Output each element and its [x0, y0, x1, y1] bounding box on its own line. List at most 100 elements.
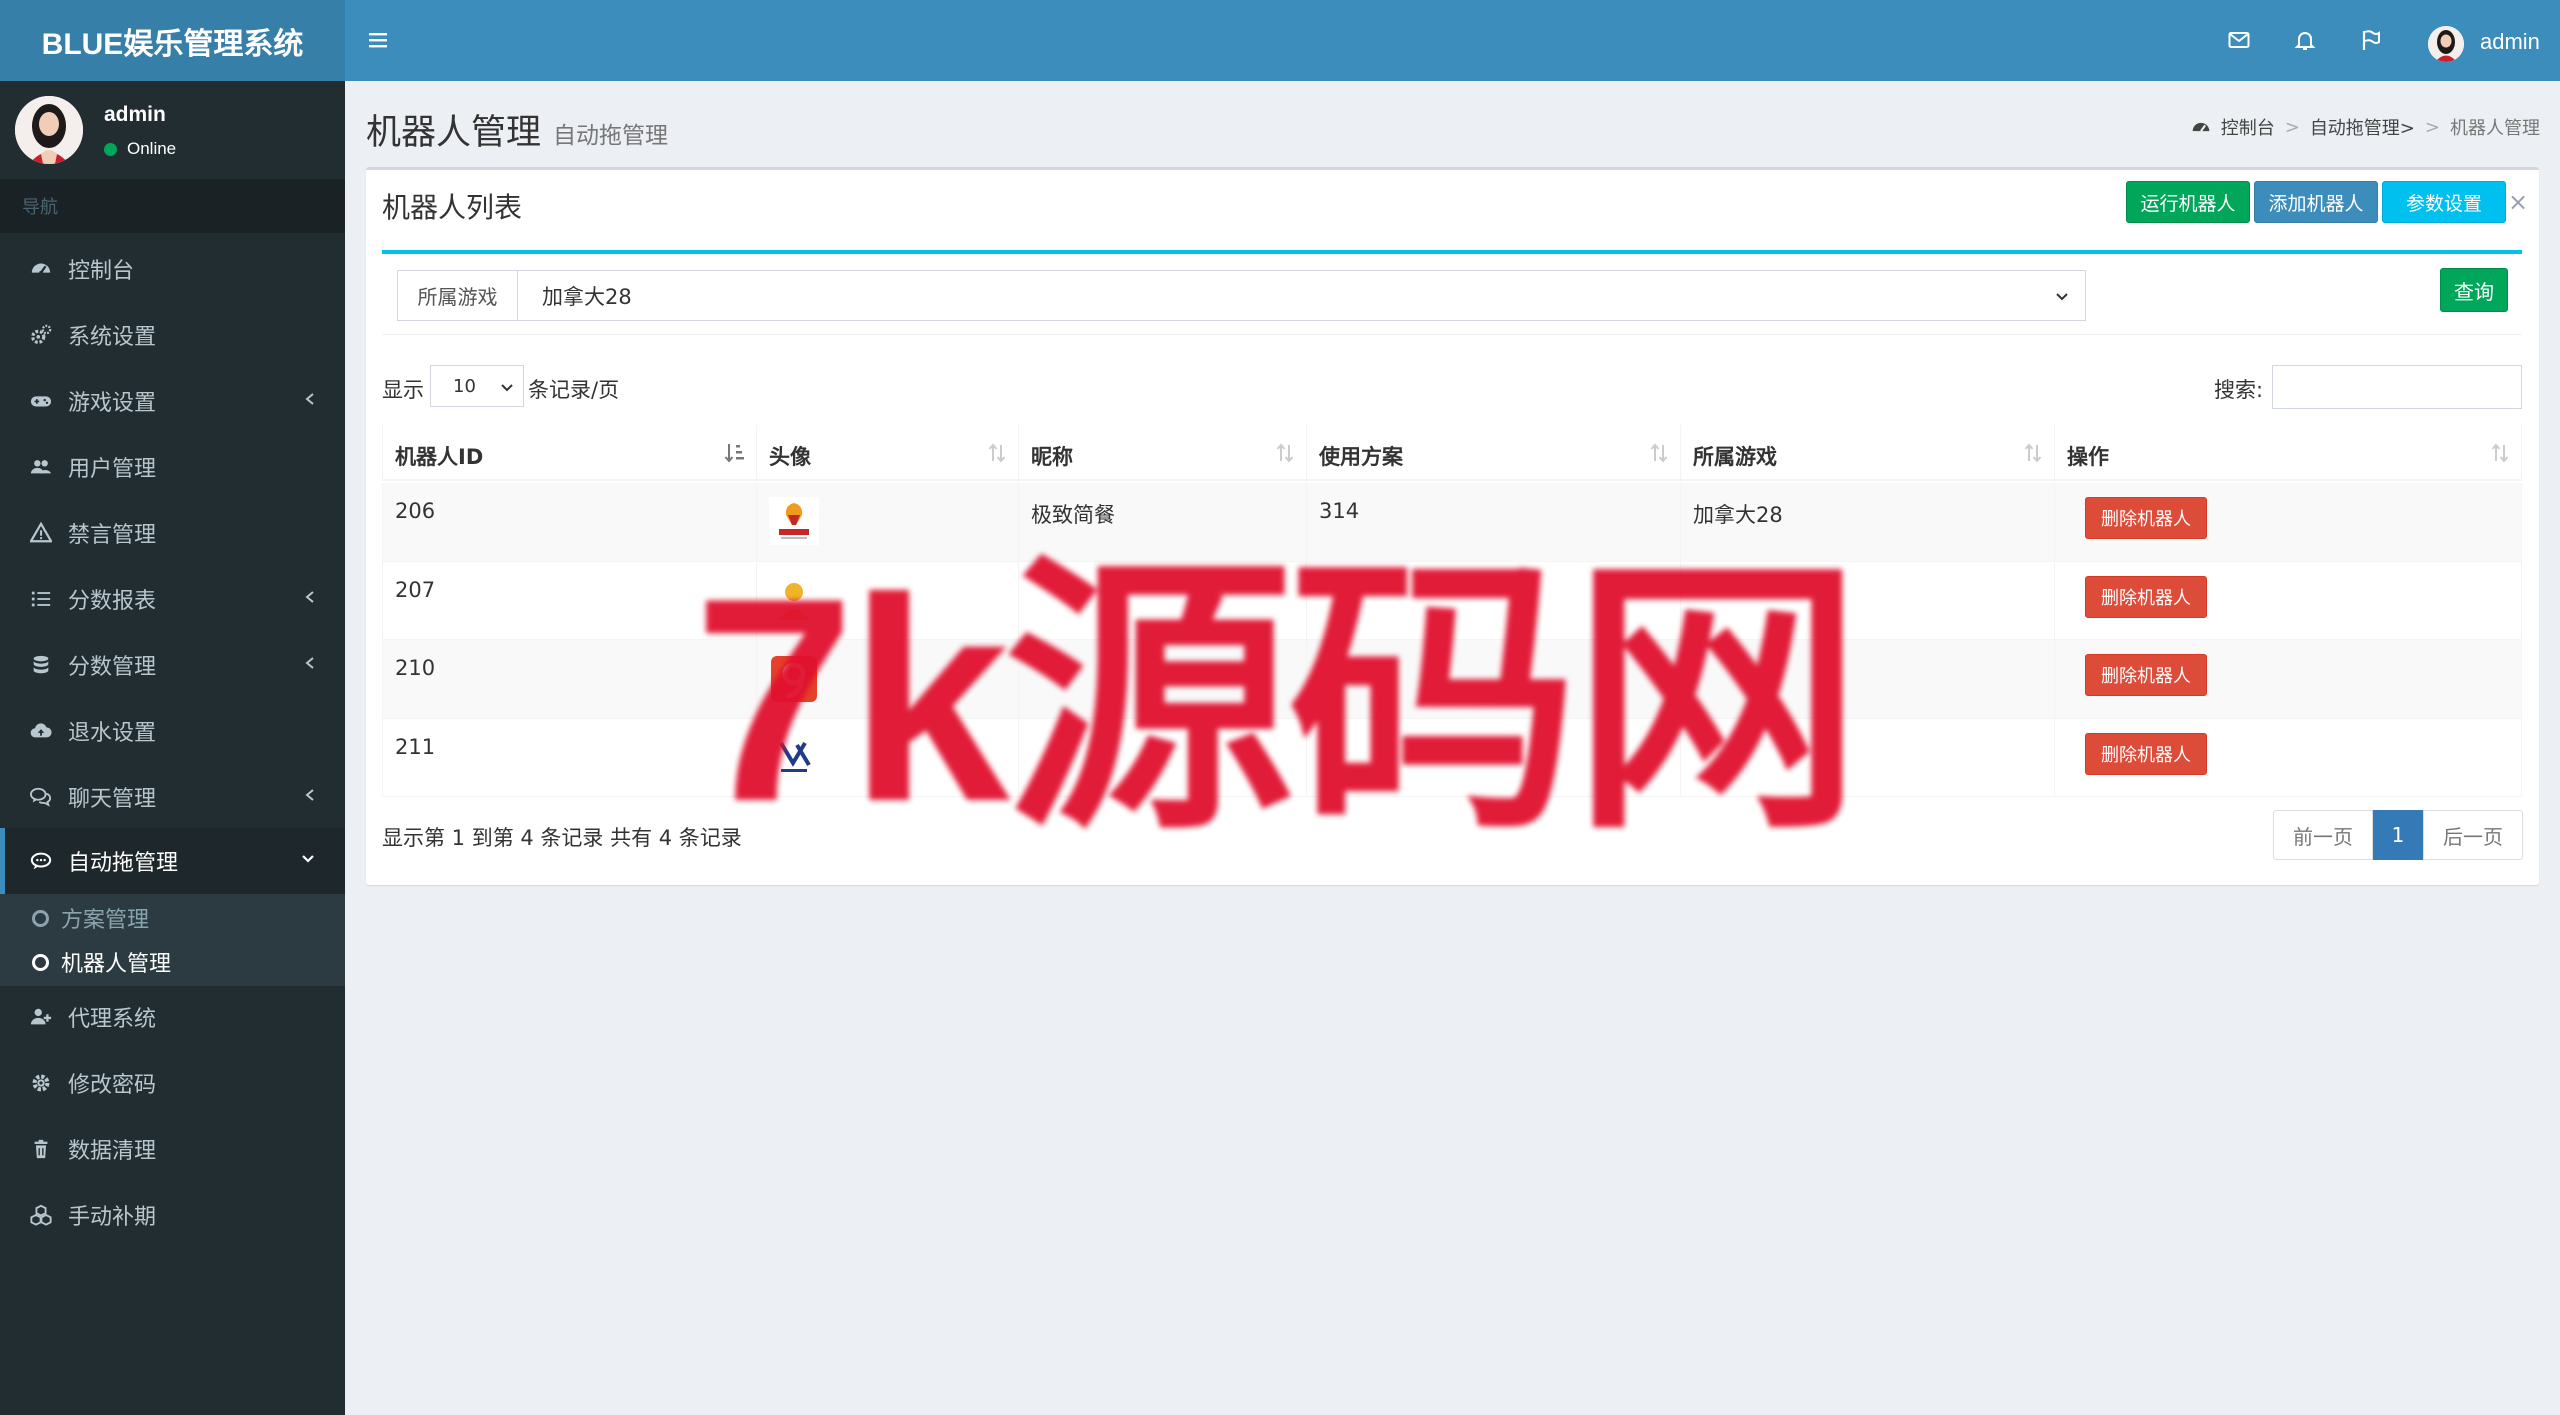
column-header-label: 机器人ID [395, 445, 484, 469]
pagination: 前一页 1 后一页 [2273, 810, 2523, 860]
online-dot-icon [104, 142, 117, 156]
sidebar-toggle-button[interactable] [366, 28, 392, 54]
circle-icon [32, 909, 49, 927]
sidebar-item-score-management[interactable]: 分数管理 [0, 632, 345, 698]
chevron-down-icon [501, 384, 513, 392]
page-1-button[interactable]: 1 [2373, 810, 2423, 860]
query-button[interactable]: 查询 [2440, 268, 2508, 312]
chevron-left-icon [305, 393, 314, 405]
breadcrumb-separator: > [2424, 116, 2440, 138]
messages-button[interactable] [2227, 28, 2253, 54]
comments-icon [26, 785, 56, 809]
column-header-label: 昵称 [1031, 445, 1073, 469]
page-subtitle: 自动拖管理 [553, 123, 668, 149]
submenu-item-robot-management[interactable]: 机器人管理 [0, 940, 345, 984]
sidebar: BLUE娱乐管理系统 admin Online 导航 控制台 系统设置 游戏设置 [0, 0, 345, 1415]
sidebar-item-dashboard[interactable]: 控制台 [0, 236, 345, 302]
search-input[interactable] [2272, 365, 2522, 409]
parameter-settings-button[interactable]: 参数设置 [2382, 181, 2506, 223]
dashboard-icon [26, 257, 56, 281]
circle-icon [32, 953, 49, 971]
column-header-robot-id[interactable]: 机器人ID [382, 425, 756, 479]
sidebar-item-label: 数据清理 [68, 1139, 157, 1164]
sidebar-item-agent-system[interactable]: 代理系统 [0, 984, 345, 1050]
notifications-button[interactable] [2293, 28, 2319, 54]
delete-robot-button[interactable]: 删除机器人 [2085, 733, 2207, 775]
sidebar-item-game-settings[interactable]: 游戏设置 [0, 368, 345, 434]
column-header-nickname[interactable]: 昵称 [1018, 425, 1306, 479]
sidebar-item-rebate-settings[interactable]: 退水设置 [0, 698, 345, 764]
sort-icon [988, 443, 1006, 463]
trash-icon [26, 1137, 56, 1161]
sort-icon [1276, 443, 1294, 463]
sidebar-item-system-settings[interactable]: 系统设置 [0, 302, 345, 368]
chevron-down-icon [2056, 293, 2068, 301]
dashboard-icon [2192, 122, 2210, 132]
game-filter-select[interactable]: 加拿大28 [518, 270, 2086, 321]
sidebar-item-user-management[interactable]: 用户管理 [0, 434, 345, 500]
column-header-plan[interactable]: 使用方案 [1306, 425, 1680, 479]
sidebar-item-auto-management[interactable]: 自动拖管理 [0, 828, 345, 894]
add-robot-button[interactable]: 添加机器人 [2254, 181, 2378, 223]
submenu-item-plan-management[interactable]: 方案管理 [0, 896, 345, 940]
chevron-left-icon [305, 591, 314, 603]
sidebar-item-manual-period[interactable]: 手动补期 [0, 1182, 345, 1248]
column-header-label: 使用方案 [1319, 445, 1403, 469]
page-length-suffix: 条记录/页 [528, 378, 620, 402]
cloud-upload-icon [26, 719, 56, 743]
sidebar-item-chat-management[interactable]: 聊天管理 [0, 764, 345, 830]
sidebar-item-label: 代理系统 [68, 1007, 157, 1032]
sidebar-item-mute-management[interactable]: 禁言管理 [0, 500, 345, 566]
menu-icon [369, 33, 387, 48]
actions-cell: 删除机器人 [2054, 562, 2522, 639]
app-logo[interactable]: BLUE娱乐管理系统 [0, 0, 345, 81]
page-length-value: 10 [453, 375, 476, 397]
column-header-label: 操作 [2067, 445, 2109, 469]
sidebar-item-change-password[interactable]: 修改密码 [0, 1050, 345, 1116]
sidebar-item-label: 控制台 [68, 259, 135, 284]
breadcrumb: 控制台 > 自动拖管理> > 机器人管理 [2191, 114, 2540, 140]
page-length-select[interactable]: 10 [430, 365, 524, 407]
sort-icon [2024, 443, 2042, 463]
tasks-button[interactable] [2359, 28, 2385, 54]
sidebar-item-label: 禁言管理 [68, 523, 157, 548]
gamepad-icon [26, 389, 56, 413]
flag-icon [2362, 30, 2380, 50]
close-box-button[interactable]: × [2504, 188, 2532, 216]
users-icon [26, 455, 56, 479]
header-avatar[interactable] [2428, 26, 2464, 62]
breadcrumb-separator: > [2284, 116, 2300, 138]
top-navbar: admin [345, 0, 2560, 81]
submenu: 方案管理 机器人管理 [0, 894, 345, 986]
breadcrumb-auto-management-link[interactable]: 自动拖管理> [2310, 114, 2415, 140]
column-header-actions[interactable]: 操作 [2054, 425, 2522, 479]
column-header-avatar[interactable]: 头像 [756, 425, 1018, 479]
sidebar-item-data-cleanup[interactable]: 数据清理 [0, 1116, 345, 1182]
column-header-game[interactable]: 所属游戏 [1680, 425, 2054, 479]
sidebar-item-score-report[interactable]: 分数报表 [0, 566, 345, 632]
delete-robot-button[interactable]: 删除机器人 [2085, 576, 2207, 618]
delete-robot-button[interactable]: 删除机器人 [2085, 654, 2207, 696]
run-robot-button[interactable]: 运行机器人 [2126, 181, 2250, 223]
column-header-label: 头像 [769, 445, 811, 469]
user-avatar [15, 96, 83, 164]
next-page-button[interactable]: 后一页 [2423, 810, 2523, 860]
delete-robot-button[interactable]: 删除机器人 [2085, 497, 2207, 539]
header-username[interactable]: admin [2480, 29, 2540, 55]
previous-page-button[interactable]: 前一页 [2273, 810, 2373, 860]
close-icon: × [2507, 188, 2529, 216]
database-icon [26, 653, 56, 677]
actions-cell: 删除机器人 [2054, 483, 2522, 561]
box-title: 机器人列表 [382, 191, 523, 224]
chevron-left-icon [305, 657, 314, 669]
table-header-row: 机器人ID 头像 昵称 使用方案 所属游戏 操作 [382, 425, 2522, 481]
sidebar-item-label: 游戏设置 [68, 391, 157, 416]
sidebar-item-label: 手动补期 [68, 1205, 157, 1230]
filter-divider [382, 334, 2522, 335]
envelope-icon [2228, 32, 2250, 48]
sort-asc-icon [724, 444, 744, 463]
breadcrumb-dashboard-link[interactable]: 控制台 [2221, 114, 2275, 140]
page-length-prefix: 显示 [382, 378, 424, 402]
comment-icon [26, 849, 56, 873]
submenu-item-label: 方案管理 [61, 908, 150, 933]
